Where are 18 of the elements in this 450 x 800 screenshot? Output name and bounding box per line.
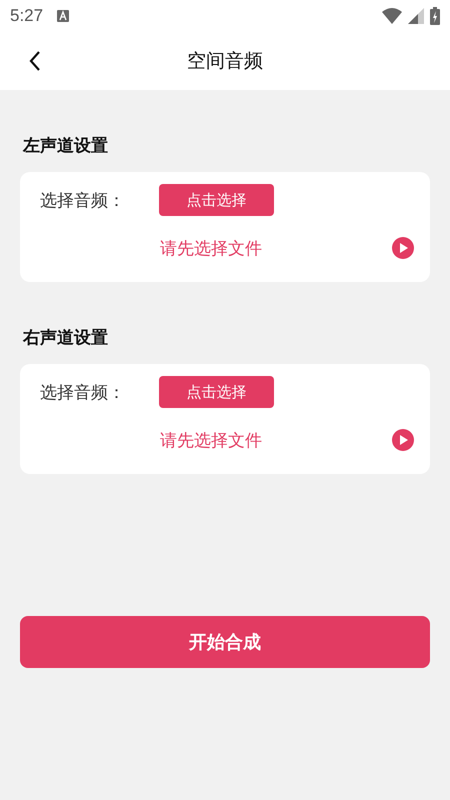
signal-icon [408, 8, 424, 24]
back-icon[interactable] [28, 50, 42, 72]
file-status: 请先选择文件 [160, 238, 262, 260]
wifi-icon [382, 8, 402, 24]
page-title: 空间音频 [187, 49, 263, 74]
select-file-button[interactable]: 点击选择 [159, 184, 274, 216]
start-button[interactable]: 开始合成 [20, 616, 430, 668]
section-title: 右声道设置 [23, 327, 109, 350]
file-status: 请先选择文件 [160, 430, 262, 452]
field-label: 选择音频： [40, 190, 126, 212]
field-label: 选择音频： [40, 382, 126, 404]
play-icon[interactable] [392, 237, 414, 259]
battery-icon [430, 7, 440, 25]
status-time: 5:27 [10, 6, 44, 26]
section-title: 左声道设置 [23, 135, 109, 158]
play-icon[interactable] [392, 429, 414, 451]
select-file-button[interactable]: 点击选择 [159, 376, 274, 408]
keyboard-notification-icon [57, 10, 70, 22]
